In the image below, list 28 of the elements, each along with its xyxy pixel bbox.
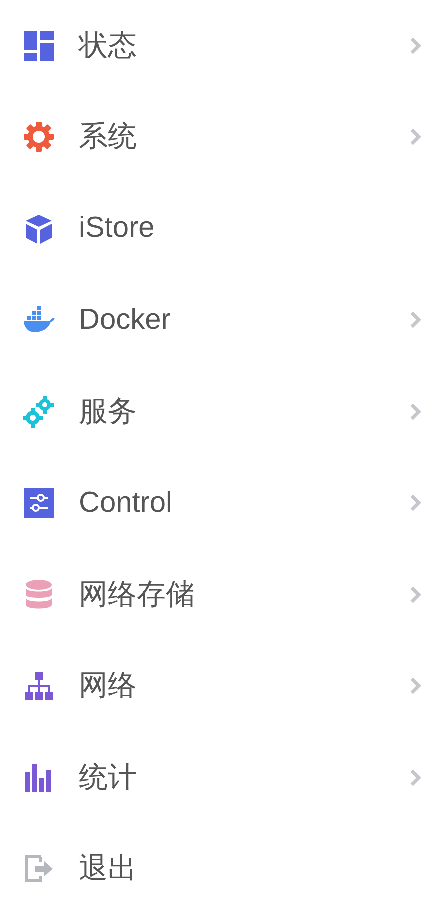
- database-icon: [23, 578, 55, 611]
- menu-label: 退出: [79, 852, 138, 888]
- sitemap-icon: [23, 670, 55, 702]
- menu-item[interactable]: Docker: [0, 274, 444, 366]
- menu-label: 网络: [79, 669, 138, 704]
- menu-item[interactable]: 服务: [0, 366, 444, 458]
- menu-label: 网络存储: [79, 578, 196, 613]
- gears-icon: [23, 396, 55, 428]
- logout-icon: [23, 853, 55, 886]
- menu-item[interactable]: Control: [0, 458, 444, 549]
- cube-icon: [23, 212, 55, 245]
- menu-item[interactable]: 统计: [0, 732, 444, 824]
- menu-label: 系统: [79, 120, 138, 156]
- menu-item[interactable]: 网络: [0, 640, 444, 732]
- menu-item[interactable]: 状态: [0, 0, 444, 92]
- menu-label: 服务: [79, 394, 138, 430]
- menu-item[interactable]: 系统: [0, 92, 444, 183]
- dashboard-icon: [23, 30, 55, 62]
- menu-item[interactable]: 退出: [0, 824, 444, 908]
- menu-label: 统计: [79, 760, 138, 796]
- menu-label: 状态: [79, 28, 138, 64]
- menu-item[interactable]: 网络存储: [0, 549, 444, 640]
- menu-label: Docker: [79, 304, 172, 337]
- sliders-icon: [23, 487, 55, 520]
- menu-label: Control: [79, 486, 174, 520]
- gear-icon: [23, 121, 55, 154]
- menu-item[interactable]: iStore: [0, 183, 444, 274]
- menu-label: iStore: [79, 212, 156, 246]
